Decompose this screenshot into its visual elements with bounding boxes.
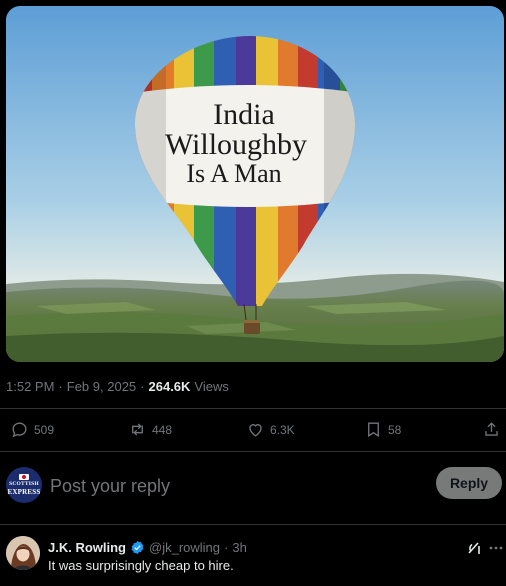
like-action[interactable]: 6.3K	[246, 420, 295, 439]
post-meta: 1:52 PM · Feb 9, 2025 · 264.6K Views	[6, 377, 229, 395]
meta-separator: ·	[58, 378, 63, 394]
comment-header: J.K. Rowling @jk_rowling · 3h	[48, 538, 247, 556]
views-label: Views	[194, 378, 229, 394]
post-time[interactable]: 1:52 PM	[6, 379, 54, 394]
divider	[0, 451, 506, 452]
avatar[interactable]: SCOTTISH EXPRESS	[6, 467, 42, 503]
reply-count: 509	[34, 422, 55, 437]
more-options-icon[interactable]	[488, 540, 504, 556]
reply-button[interactable]: Reply	[436, 467, 502, 499]
avatar-text-top: SCOTTISH	[9, 481, 39, 488]
image-text-line-2: Willoughby	[165, 128, 307, 161]
views-count: 264.6K	[148, 378, 191, 394]
bookmark-action[interactable]: 58	[364, 420, 401, 439]
post-date[interactable]: Feb 9, 2025	[67, 379, 136, 394]
reply-action[interactable]: 509	[10, 420, 54, 439]
reply-composer: SCOTTISH EXPRESS Post your reply Reply	[0, 459, 506, 511]
balloon-photo: India Willoughby Is A Man	[6, 6, 504, 362]
flag-icon	[19, 474, 29, 481]
reply-icon	[12, 422, 27, 438]
action-bar: 509 448 6.3K 58	[0, 412, 506, 450]
image-text-line-3: Is A Man	[186, 159, 281, 188]
avatar[interactable]	[6, 536, 40, 570]
grok-icon[interactable]	[466, 540, 482, 556]
comment[interactable]: J.K. Rowling @jk_rowling · 3h It was sur…	[0, 528, 506, 586]
image-text-line-1: India	[213, 98, 275, 131]
meta-separator: ·	[140, 378, 145, 394]
share-action[interactable]	[482, 420, 501, 439]
repost-count: 448	[152, 422, 173, 437]
reply-input[interactable]: Post your reply	[50, 473, 410, 499]
heart-icon	[249, 424, 262, 437]
divider	[0, 408, 506, 409]
share-icon	[485, 422, 498, 436]
comment-separator: ·	[224, 539, 229, 555]
comment-time[interactable]: 3h	[232, 540, 246, 555]
post-image[interactable]: India Willoughby Is A Man	[6, 6, 504, 362]
bookmark-count: 58	[388, 422, 402, 437]
like-count: 6.3K	[270, 422, 295, 437]
bookmark-icon	[368, 422, 379, 438]
comment-author-name[interactable]: J.K. Rowling	[48, 540, 126, 555]
repost-action[interactable]: 448	[128, 420, 172, 439]
divider	[0, 524, 506, 525]
avatar-text-bottom: EXPRESS	[7, 487, 41, 496]
verified-badge-icon	[131, 540, 144, 554]
comment-author-handle[interactable]: @jk_rowling	[149, 540, 220, 555]
profile-photo-icon	[6, 536, 40, 570]
comment-text: It was surprisingly cheap to hire.	[48, 558, 234, 573]
repost-icon	[132, 423, 143, 436]
